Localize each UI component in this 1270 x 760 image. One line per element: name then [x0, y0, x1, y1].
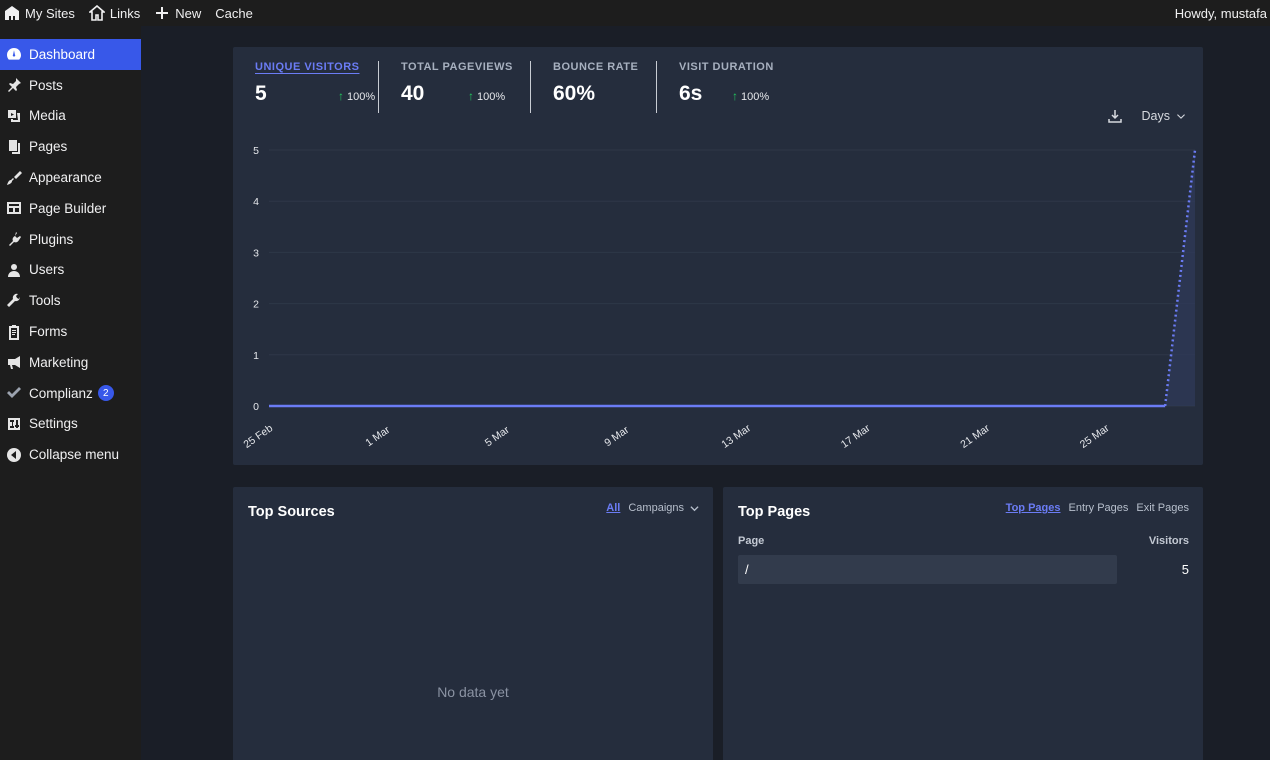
layout-icon	[5, 199, 23, 217]
tab-campaigns[interactable]: Campaigns	[628, 502, 684, 514]
admin-bar: My Sites Links New Cache Howdy, mustafa	[0, 0, 1270, 26]
column-header-visitors: Visitors	[1148, 535, 1189, 547]
x-tick-label: 1 Mar	[363, 424, 392, 450]
x-tick-label: 9 Mar	[602, 424, 631, 450]
sidebar-item-posts[interactable]: Posts	[0, 70, 141, 101]
x-tick-label: 25 Feb	[241, 422, 275, 451]
sidebar-item-label: Page Builder	[29, 200, 107, 216]
pin-icon	[5, 76, 23, 94]
home-icon	[88, 5, 105, 21]
sources-tabs: All Campaigns	[606, 502, 699, 514]
tab-top-pages[interactable]: Top Pages	[1006, 502, 1061, 514]
sidebar-item-label: Pages	[29, 139, 68, 155]
sidebar-item-label: Plugins	[29, 231, 74, 247]
sites-icon	[5, 6, 19, 20]
tab-all[interactable]: All	[606, 502, 620, 514]
cache-label: Cache	[215, 5, 253, 21]
sidebar-item-label: Forms	[29, 324, 68, 340]
x-tick-label: 5 Mar	[483, 424, 512, 450]
row-visitors: 5	[1181, 562, 1189, 577]
tab-entry-pages[interactable]: Entry Pages	[1068, 502, 1128, 514]
pages-tabs: Top Pages Entry Pages Exit Pages	[1006, 502, 1189, 514]
clipboard-icon	[5, 323, 23, 341]
megaphone-icon	[5, 353, 23, 371]
sidebar-item-complianz[interactable]: Complianz 2	[0, 378, 141, 409]
empty-state: No data yet	[437, 684, 509, 700]
sidebar-item-media[interactable]: Media	[0, 101, 141, 132]
pages-icon	[5, 138, 23, 156]
row-page-path[interactable]: /	[745, 562, 749, 577]
sidebar-item-tools[interactable]: Tools	[0, 285, 141, 316]
y-tick-label: 3	[253, 247, 259, 259]
sidebar-item-label: Media	[29, 108, 66, 124]
new-label: New	[175, 5, 202, 21]
sidebar-item-forms[interactable]: Forms	[0, 316, 141, 347]
top-pages-panel: Top Pages Top Pages Entry Pages Exit Pag…	[723, 487, 1203, 760]
links-menu[interactable]: Links	[82, 0, 147, 26]
table-row[interactable]	[738, 555, 1117, 584]
sidebar-item-pages[interactable]: Pages	[0, 131, 141, 162]
sidebar-item-label: Settings	[29, 416, 78, 432]
brush-icon	[5, 169, 23, 187]
sidebar-item-appearance[interactable]: Appearance	[0, 162, 141, 193]
dashboard-icon	[5, 45, 23, 63]
sidebar-item-marketing[interactable]: Marketing	[0, 347, 141, 378]
y-tick-label: 1	[253, 350, 259, 362]
my-sites-menu[interactable]: My Sites	[0, 0, 82, 26]
my-sites-label: My Sites	[25, 5, 75, 21]
wrench-icon	[5, 292, 23, 310]
sidebar-item-label: Users	[29, 262, 65, 278]
sidebar-item-label: Marketing	[29, 354, 89, 370]
greeting-label: Howdy, mustafa	[1174, 5, 1267, 21]
x-tick-label: 21 Mar	[958, 422, 992, 451]
x-tick-label: 25 Mar	[1078, 422, 1112, 451]
x-tick-label: 13 Mar	[719, 422, 753, 451]
sidebar-item-label: Collapse menu	[29, 447, 120, 463]
visitors-chart: 0 1 2 3 4 5 25 Feb 1 Mar 5 Mar 9 Mar 13 Mar 17 Mar 2…	[241, 145, 1197, 451]
cache-menu[interactable]: Cache	[208, 0, 260, 26]
sidebar-item-label: Complianz	[29, 385, 93, 401]
sidebar-item-plugins[interactable]: Plugins	[0, 224, 141, 255]
y-tick-label: 5	[253, 145, 259, 157]
sidebar-item-label: Appearance	[29, 170, 102, 186]
settings-icon	[5, 415, 23, 433]
notification-badge: 2	[97, 385, 114, 402]
sidebar-item-page-builder[interactable]: Page Builder	[0, 193, 141, 224]
x-tick-label: 17 Mar	[839, 422, 873, 451]
sidebar-item-settings[interactable]: Settings	[0, 409, 141, 440]
series-area	[1165, 150, 1195, 406]
sidebar-item-label: Dashboard	[29, 46, 96, 62]
top-sources-panel: Top Sources All Campaigns No data yet	[233, 487, 713, 760]
new-menu[interactable]: New	[147, 0, 208, 26]
y-tick-label: 0	[253, 401, 259, 413]
tab-exit-pages[interactable]: Exit Pages	[1136, 502, 1189, 514]
user-icon	[5, 261, 23, 279]
y-tick-label: 4	[253, 196, 259, 208]
chevron-down-icon	[690, 505, 699, 511]
plugin-icon	[5, 230, 23, 248]
plus-icon	[156, 7, 169, 19]
links-label: Links	[109, 5, 141, 21]
top-pages-title: Top Pages	[738, 504, 811, 520]
media-icon	[5, 107, 23, 125]
collapse-icon	[5, 446, 23, 464]
admin-sidebar: Dashboard Posts Media Pages Appearance P…	[0, 26, 141, 760]
y-tick-label: 2	[253, 299, 259, 311]
sidebar-item-dashboard[interactable]: Dashboard	[0, 39, 141, 70]
column-header-page: Page	[738, 535, 765, 547]
account-menu[interactable]: Howdy, mustafa	[1168, 0, 1270, 26]
analytics-panel: UNIQUE VISITORS 5 ↑ 100% TOTAL PAGEVIEWS …	[233, 47, 1203, 465]
sidebar-item-label: Posts	[29, 77, 63, 93]
sidebar-item-collapse[interactable]: Collapse menu	[0, 439, 141, 470]
sidebar-item-label: Tools	[29, 293, 61, 309]
top-sources-title: Top Sources	[248, 504, 335, 520]
check-icon	[5, 384, 23, 402]
sidebar-item-users[interactable]: Users	[0, 255, 141, 286]
